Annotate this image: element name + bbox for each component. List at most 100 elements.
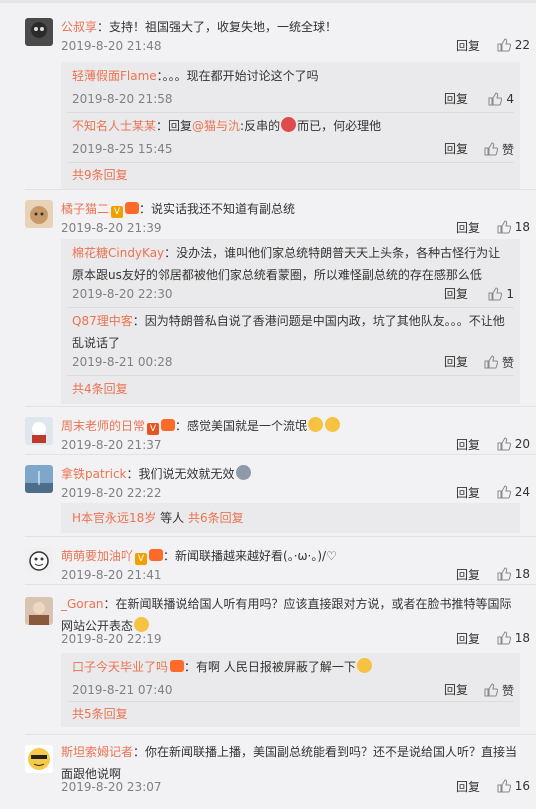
reply-button[interactable]: 回复 [444, 141, 468, 157]
more-replies-link[interactable]: 共4条回复 [72, 381, 128, 397]
reply-button[interactable]: 回复 [456, 631, 480, 647]
reply-box: H本官永远18岁 等人 共6条回复 [61, 503, 520, 533]
comment-text: 拿铁patrick：我们说无效就无效 [61, 463, 520, 485]
mention-link[interactable]: @猫与氿 [192, 119, 240, 133]
member-badge-icon [161, 419, 176, 431]
reply-button[interactable]: 回复 [444, 354, 468, 370]
like-count: 18 [514, 631, 530, 645]
comment-feed: 公叔享：支持！祖国强大了，收复失地，一统全球！ 2019-8-20 21:48 … [0, 0, 536, 809]
comment-text: 周末老师的日常 V ：感觉美国就是一个流氓 [61, 415, 520, 437]
thumbs-up-icon [488, 92, 503, 106]
like-button[interactable]: 赞 [484, 681, 514, 699]
username[interactable]: 萌萌要加油吖 [61, 549, 133, 563]
more-replies-link[interactable]: 共6条回复 [188, 511, 244, 525]
username[interactable]: 拿铁patrick [61, 467, 127, 481]
emoji-icon [356, 658, 372, 673]
username[interactable]: 口子今天毕业了吗 [72, 660, 168, 674]
avatar[interactable] [25, 18, 53, 46]
like-button[interactable]: 4 [488, 90, 514, 108]
verified-badge-icon: V [147, 423, 160, 435]
username[interactable]: 公叔享 [61, 20, 97, 34]
reply-button[interactable]: 回复 [444, 91, 468, 107]
like-count: 赞 [501, 142, 514, 157]
timestamp: 2019-8-20 21:41 [61, 568, 162, 582]
more-replies-link[interactable]: 共5条回复 [72, 706, 128, 722]
like-count: 18 [514, 220, 530, 234]
reply-item: Q87理中客：因为特朗普私自说了香港问题是中国内政，坑了其他队友。。。不让他乱说… [61, 313, 520, 377]
reply-button[interactable]: 回复 [456, 485, 480, 501]
reply-box: 轻薄假面Flame：。。。现在都开始讨论这个了吗 2019-8-20 21:58… [61, 62, 520, 190]
timestamp: 2019-8-21 07:40 [72, 683, 173, 697]
username[interactable]: 橘子猫二 [61, 202, 109, 216]
like-count: 20 [514, 437, 530, 451]
avatar[interactable] [25, 745, 53, 773]
timestamp: 2019-8-20 22:22 [61, 486, 162, 500]
member-badge-icon [170, 660, 185, 672]
reply-button[interactable]: 回复 [456, 567, 480, 583]
reply-divider [67, 162, 514, 163]
reply-item: 口子今天毕业了吗 ：有啊 人民日报被屏蔽了解一下 2019-8-21 07:40 … [61, 658, 520, 703]
like-button[interactable]: 16 [497, 777, 530, 795]
emoji-icon [281, 117, 297, 132]
reply-button[interactable]: 回复 [456, 38, 480, 54]
username[interactable]: H本官永远18岁 [72, 511, 156, 525]
emoji-icon [325, 417, 341, 432]
like-button[interactable]: 20 [497, 435, 530, 453]
username[interactable]: 斯坦索姆记者 [61, 745, 133, 759]
emoji-icon [235, 465, 251, 480]
reply-divider [67, 112, 514, 113]
thumbs-up-icon [497, 220, 511, 234]
like-count: 22 [514, 38, 530, 52]
thumbs-up-icon [488, 287, 503, 301]
like-button[interactable]: 18 [497, 218, 530, 236]
thumbs-up-icon [484, 142, 498, 156]
like-button[interactable]: 18 [497, 565, 530, 583]
like-button[interactable]: 22 [497, 36, 530, 54]
like-button[interactable]: 24 [497, 483, 530, 501]
timestamp: 2019-8-20 22:30 [72, 287, 173, 301]
reply-button[interactable]: 回复 [456, 779, 480, 795]
avatar[interactable] [25, 597, 53, 625]
more-replies-link[interactable]: 共9条回复 [72, 167, 128, 183]
comment-text: 橘子猫二 V ：说实话我还不知道有副总统 [61, 202, 296, 218]
username[interactable]: Q87理中客 [72, 314, 133, 328]
username[interactable]: 轻薄假面Flame [72, 69, 157, 83]
username[interactable]: _Goran [61, 597, 104, 611]
like-button[interactable]: 1 [488, 285, 514, 303]
comment-text: 公叔享：支持！祖国强大了，收复失地，一统全球！ [61, 20, 338, 34]
timestamp: 2019-8-21 00:28 [72, 355, 173, 369]
reply-item: 轻薄假面Flame：。。。现在都开始讨论这个了吗 2019-8-20 21:58… [61, 68, 520, 118]
comment-divider [25, 584, 536, 585]
reply-button[interactable]: 回复 [444, 286, 468, 302]
more-replies-summary: H本官永远18岁 等人 共6条回复 [72, 511, 244, 525]
avatar[interactable] [25, 465, 53, 493]
reply-button[interactable]: 回复 [456, 220, 480, 236]
like-count: 4 [506, 92, 514, 106]
timestamp: 2019-8-20 21:37 [61, 438, 162, 452]
like-button[interactable]: 18 [497, 629, 530, 647]
comment-divider [25, 454, 536, 455]
avatar[interactable] [25, 417, 53, 445]
top-separator [0, 0, 536, 3]
thumbs-up-icon [497, 631, 511, 645]
avatar[interactable] [25, 200, 53, 228]
username[interactable]: 不知名人士某某 [72, 119, 156, 133]
reply-button[interactable]: 回复 [456, 437, 480, 453]
username[interactable]: 周末老师的日常 [61, 419, 145, 433]
comment-divider [25, 734, 536, 735]
username[interactable]: 棉花糖CindyKay [72, 246, 164, 260]
like-count: 16 [514, 779, 530, 793]
reply-button[interactable]: 回复 [444, 682, 468, 698]
thumbs-up-icon [497, 437, 511, 451]
verified-badge-icon: V [111, 206, 124, 218]
like-button[interactable]: 赞 [484, 140, 514, 158]
like-count: 1 [506, 287, 514, 301]
timestamp: 2019-8-20 21:39 [61, 221, 162, 235]
member-badge-icon [149, 549, 164, 561]
verified-badge-icon: V [135, 553, 148, 565]
member-badge-icon [125, 202, 140, 214]
comment-text: 萌萌要加油吖 V ：新闻联播越来越好看(。·ω·。)/♡ [61, 549, 337, 565]
reply-divider [67, 307, 514, 308]
avatar[interactable] [25, 547, 53, 575]
like-button[interactable]: 赞 [484, 353, 514, 371]
